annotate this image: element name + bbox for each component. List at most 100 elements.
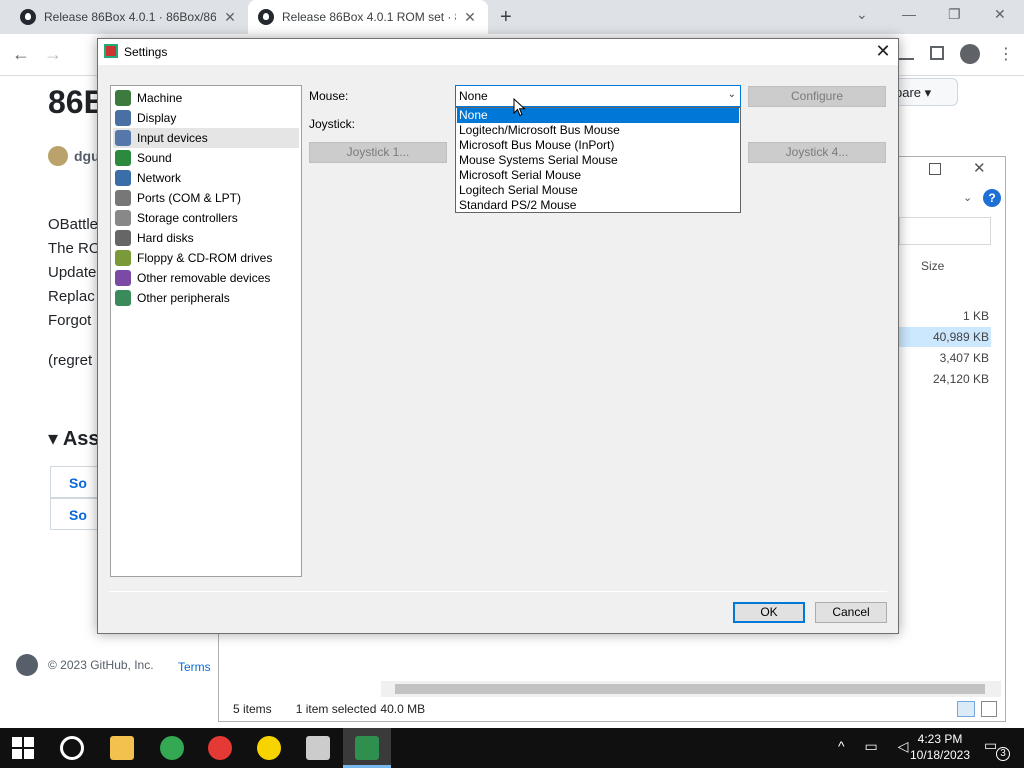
browser-tab-active[interactable]: Release 86Box 4.0.1 ROM set · 86 ✕: [248, 0, 488, 34]
category-label: Machine: [137, 91, 183, 105]
category-storage-controllers[interactable]: Storage controllers: [113, 208, 299, 228]
chrome-icon[interactable]: [160, 736, 184, 760]
assets-heading[interactable]: ▾ Ass: [48, 426, 100, 451]
category-network[interactable]: Network: [113, 168, 299, 188]
terms-link[interactable]: Terms: [178, 660, 211, 674]
forward-button[interactable]: →: [44, 44, 62, 65]
new-tab-button[interactable]: +: [500, 6, 520, 29]
category-display[interactable]: Display: [113, 108, 299, 128]
joystick-4-button[interactable]: Joystick 4...: [748, 142, 886, 163]
ok-button[interactable]: OK: [733, 602, 805, 623]
category-sound[interactable]: Sound: [113, 148, 299, 168]
search-icon[interactable]: [60, 736, 84, 760]
tab-search-icon[interactable]: ⌄: [856, 6, 868, 23]
file-size: 3,407 KB: [939, 351, 989, 365]
mouse-option[interactable]: Logitech Serial Mouse: [457, 183, 739, 198]
removable-device-icon: [115, 270, 131, 286]
search-input[interactable]: [899, 217, 991, 245]
back-button[interactable]: ←: [12, 44, 30, 65]
notification-center-icon[interactable]: ▭ 3: [984, 737, 1010, 761]
start-button[interactable]: [12, 737, 34, 759]
github-icon: [20, 9, 36, 25]
category-label: Sound: [137, 151, 172, 165]
input-devices-icon: [115, 130, 131, 146]
yandex-browser-icon[interactable]: [208, 736, 232, 760]
large-icons-view-icon[interactable]: [981, 701, 997, 717]
category-other-removable[interactable]: Other removable devices: [113, 268, 299, 288]
mouse-option[interactable]: Microsoft Serial Mouse: [457, 168, 739, 183]
side-panel-icon[interactable]: [930, 46, 944, 60]
mouse-option-none[interactable]: None: [457, 108, 739, 123]
divider: [109, 591, 887, 592]
browser-tab[interactable]: Release 86Box 4.0.1 · 86Box/86B ✕: [10, 0, 248, 34]
yandex-market-icon[interactable]: [257, 736, 281, 760]
release-note-line: Update: [48, 264, 97, 281]
file-explorer-icon[interactable]: [110, 736, 134, 760]
category-machine[interactable]: Machine: [113, 88, 299, 108]
ports-icon: [115, 190, 131, 206]
86box-app-icon: [104, 44, 118, 58]
mouse-select[interactable]: None ⌄: [455, 85, 741, 107]
category-label: Network: [137, 171, 182, 185]
window-close-button[interactable]: ✕: [994, 6, 1006, 23]
author[interactable]: dgu: [48, 146, 100, 166]
profile-avatar[interactable]: [960, 44, 980, 64]
close-icon[interactable]: ✕: [973, 159, 986, 177]
dialog-close-button[interactable]: ✕: [870, 41, 896, 62]
storage-controller-icon: [115, 210, 131, 226]
mouse-option[interactable]: Standard PS/2 Mouse: [457, 198, 739, 213]
item-count: 5 items: [233, 702, 272, 716]
tab-close-icon[interactable]: ✕: [222, 9, 238, 26]
mouse-option[interactable]: Logitech/Microsoft Bus Mouse: [457, 123, 739, 138]
taskbar-86box-active[interactable]: [343, 728, 391, 768]
category-label: Storage controllers: [137, 211, 238, 225]
configure-button[interactable]: Configure: [748, 86, 886, 107]
86box-icon: [355, 736, 379, 760]
release-note-line: OBattle: [48, 216, 99, 233]
avatar: [48, 146, 68, 166]
minimize-button[interactable]: —: [902, 6, 916, 22]
details-view-icon[interactable]: [957, 701, 975, 717]
mouse-option[interactable]: Mouse Systems Serial Mouse: [457, 153, 739, 168]
category-label: Hard disks: [137, 231, 194, 245]
dialog-title: Settings: [124, 45, 168, 59]
mouse-option[interactable]: Microsoft Bus Mouse (InPort): [457, 138, 739, 153]
category-label: Floppy & CD-ROM drives: [137, 251, 273, 265]
release-note-line: (regret: [48, 352, 93, 369]
tab-title: Release 86Box 4.0.1 ROM set · 86: [282, 10, 456, 24]
7zip-icon[interactable]: [306, 736, 330, 760]
joystick-1-button[interactable]: Joystick 1...: [309, 142, 447, 163]
mouse-cursor-icon: [513, 98, 526, 117]
release-note-line: Replac: [48, 288, 95, 305]
download-icon[interactable]: [898, 44, 914, 60]
floppy-cdrom-icon: [115, 250, 131, 266]
tab-close-icon[interactable]: ✕: [462, 9, 478, 26]
chevron-down-icon[interactable]: ⌄: [963, 191, 972, 204]
category-ports[interactable]: Ports (COM & LPT): [113, 188, 299, 208]
maximize-icon[interactable]: [929, 163, 941, 175]
settings-dialog: Settings ✕ Machine Display Input devices…: [97, 38, 899, 634]
help-icon[interactable]: ?: [983, 189, 1001, 207]
restore-button[interactable]: ❐: [948, 6, 961, 23]
category-label: Other removable devices: [137, 271, 271, 285]
size-column-header[interactable]: Size: [921, 259, 944, 273]
menu-icon[interactable]: ⋮: [998, 44, 1014, 64]
file-size: 1 KB: [962, 309, 989, 323]
notification-count-badge: 3: [996, 747, 1010, 761]
category-label: Other peripherals: [137, 291, 230, 305]
release-note-line: Forgot: [48, 312, 92, 329]
browser-tab-strip: Release 86Box 4.0.1 · 86Box/86B ✕ Releas…: [0, 0, 1024, 34]
category-hard-disks[interactable]: Hard disks: [113, 228, 299, 248]
peripherals-icon: [115, 290, 131, 306]
horizontal-scrollbar[interactable]: [381, 681, 1001, 697]
mouse-select-value: None: [459, 89, 488, 103]
category-input-devices[interactable]: Input devices: [113, 128, 299, 148]
chevron-down-icon: ⌄: [727, 89, 736, 100]
hard-disk-icon: [115, 230, 131, 246]
category-label: Ports (COM & LPT): [137, 191, 242, 205]
cancel-button[interactable]: Cancel: [815, 602, 887, 623]
machine-icon: [115, 90, 131, 106]
category-other-peripherals[interactable]: Other peripherals: [113, 288, 299, 308]
category-floppy-cdrom[interactable]: Floppy & CD-ROM drives: [113, 248, 299, 268]
clock[interactable]: 4:23 PM 10/18/2023: [900, 731, 980, 763]
